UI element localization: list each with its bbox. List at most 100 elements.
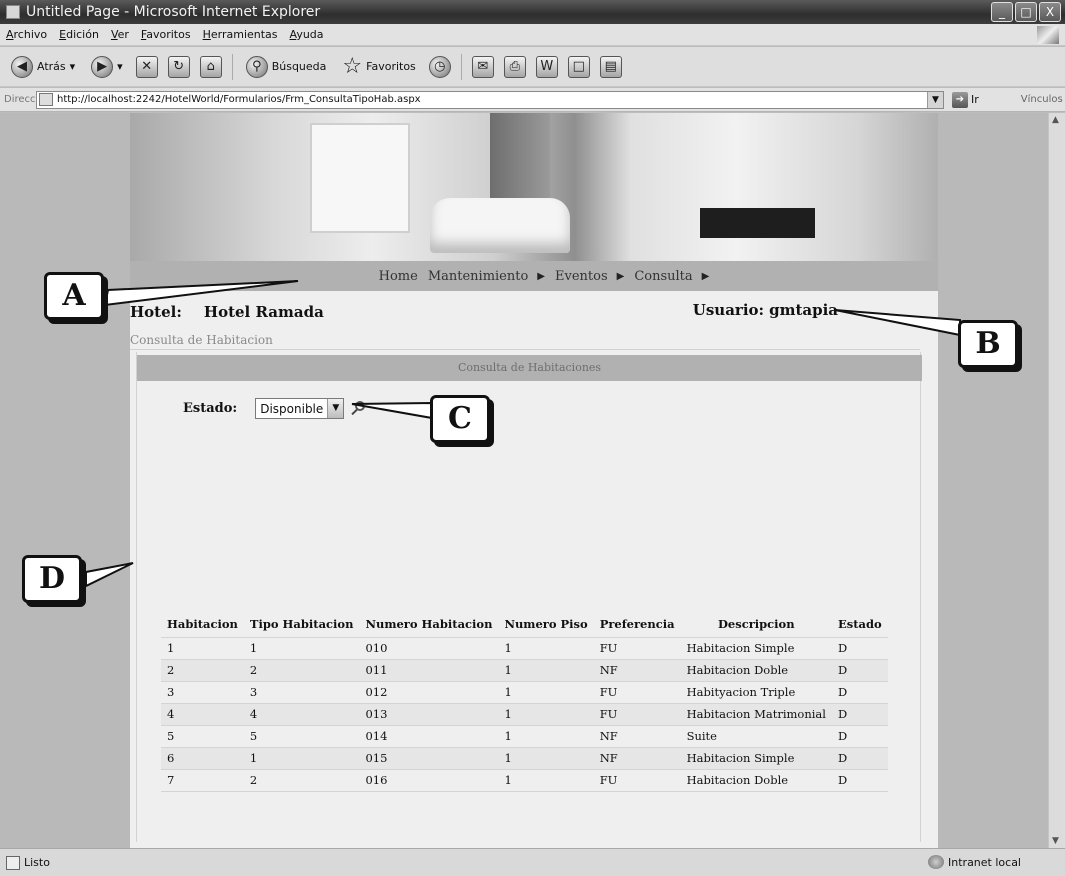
maximize-button[interactable]: □ (1015, 2, 1037, 22)
status-filter: Estado: Disponible ▼ (183, 398, 366, 419)
research-icon[interactable]: ▤ (599, 55, 622, 78)
go-label: Ir (971, 93, 979, 106)
window-controls: _ □ X (991, 2, 1061, 22)
callout-b: B (958, 320, 1018, 368)
table-cell: D (831, 746, 888, 769)
table-cell: 6 (161, 746, 244, 769)
table-cell: 5 (243, 724, 360, 747)
back-dropdown-icon[interactable]: ▾ (70, 60, 76, 73)
discuss-icon[interactable]: □ (567, 55, 590, 78)
table-cell: 3 (243, 680, 360, 703)
table-cell: Habityacion Triple (680, 680, 832, 703)
table-cell: 1 (498, 724, 594, 747)
table-cell: Habitacion Simple (680, 746, 832, 769)
ie-app-icon (6, 5, 20, 19)
mail-icon[interactable]: ✉ (471, 55, 494, 78)
main-nav-menu: Home Mantenimiento ▶ Eventos ▶ Consulta … (130, 261, 938, 291)
chevron-down-icon[interactable]: ▼ (327, 399, 344, 418)
menu-ver[interactable]: Ver (111, 28, 129, 41)
browser-viewport: Home Mantenimiento ▶ Eventos ▶ Consulta … (0, 113, 1065, 848)
table-cell: 1 (498, 746, 594, 769)
status-text: Listo (24, 856, 50, 869)
table-cell: NF (593, 658, 681, 681)
table-cell: 1 (498, 702, 594, 725)
table-cell: 2 (161, 658, 244, 681)
menu-edicion[interactable]: Edición (59, 28, 99, 41)
nav-home[interactable]: Home (379, 269, 418, 284)
table-cell: D (831, 636, 888, 659)
menu-ayuda[interactable]: Ayuda (290, 28, 324, 41)
table-row: 4 4 013 1 FU Habitacion Matrimonial D (161, 702, 888, 725)
vertical-scrollbar[interactable]: ▲ ▼ (1048, 113, 1065, 848)
window-title-bar: Untitled Page - Microsoft Internet Explo… (0, 0, 1065, 24)
table-cell: 1 (498, 636, 594, 659)
menu-archivo[interactable]: Archivo (6, 28, 47, 41)
favorites-button[interactable]: ☆ Favoritos (339, 52, 418, 82)
hotel-info: Hotel: Hotel Ramada (130, 303, 324, 321)
edit-word-icon[interactable]: W (535, 55, 558, 78)
table-cell: 4 (243, 702, 360, 725)
menu-favoritos[interactable]: Favoritos (141, 28, 191, 41)
table-cell: Habitacion Simple (680, 636, 832, 659)
address-url[interactable]: http://localhost:2242/HotelWorld/Formula… (57, 94, 421, 105)
table-cell: 7 (161, 768, 244, 792)
close-button[interactable]: X (1039, 2, 1061, 22)
nav-eventos[interactable]: Eventos ▶ (555, 269, 624, 284)
go-button[interactable]: ➔ Ir (952, 91, 979, 108)
forward-button[interactable]: ▶ ▾ (88, 52, 126, 82)
links-button[interactable]: Vínculos (1021, 94, 1063, 105)
search-label: Búsqueda (271, 60, 327, 73)
table-cell: 1 (161, 636, 244, 659)
search-magnifier-icon: ⚲ (245, 55, 268, 78)
refresh-icon[interactable]: ↻ (167, 55, 190, 78)
callout-c: C (430, 395, 490, 443)
scroll-up-icon[interactable]: ▲ (1052, 115, 1059, 125)
address-label: Dirección (4, 94, 51, 105)
table-row: 1 1 010 1 FU Habitacion Simple D (161, 636, 888, 659)
status-select[interactable]: Disponible ▼ (255, 398, 345, 419)
forward-dropdown-icon[interactable]: ▾ (117, 60, 123, 73)
nav-mantenimiento[interactable]: Mantenimiento ▶ (428, 269, 545, 284)
address-input[interactable]: http://localhost:2242/HotelWorld/Formula… (36, 90, 944, 109)
page-done-icon (6, 855, 20, 870)
menu-herramientas[interactable]: Herramientas (203, 28, 278, 41)
back-button[interactable]: ◀ Atrás ▾ (8, 52, 78, 82)
query-panel: Consulta de Habitaciones Estado: Disponi… (136, 352, 922, 842)
hotel-name: Hotel Ramada (203, 303, 324, 321)
table-cell: FU (593, 768, 681, 792)
address-dropdown-icon[interactable]: ▼ (927, 91, 943, 108)
table-cell: 011 (359, 658, 499, 681)
status-filter-label: Estado: (183, 401, 238, 416)
table-cell: D (831, 768, 888, 792)
column-header: Estado (837, 617, 882, 632)
scroll-down-icon[interactable]: ▼ (1052, 836, 1059, 846)
column-header: Numero Habitacion (365, 617, 493, 632)
search-button[interactable]: ⚲ Búsqueda (243, 52, 330, 82)
column-header: Habitacion (167, 617, 238, 632)
table-cell: 1 (498, 658, 594, 681)
star-icon: ☆ (342, 54, 363, 79)
table-cell: Habitacion Doble (680, 658, 832, 681)
status-select-value: Disponible (260, 401, 324, 416)
submenu-arrow-icon: ▶ (701, 270, 710, 282)
user-label: Usuario: (692, 301, 765, 319)
minimize-button[interactable]: _ (991, 2, 1013, 22)
column-header: Numero Piso (504, 617, 588, 632)
table-row: 5 5 014 1 NF Suite D (161, 724, 888, 747)
table-cell: 015 (359, 746, 499, 769)
stop-icon[interactable]: ✕ (135, 55, 158, 78)
hotel-label: Hotel: (130, 303, 182, 321)
search-icon[interactable] (350, 400, 366, 417)
user-name: gmtapia (769, 301, 838, 319)
table-cell: 014 (359, 724, 499, 747)
nav-consulta[interactable]: Consulta ▶ (634, 269, 709, 284)
print-icon[interactable]: ⎙ (503, 55, 526, 78)
home-icon[interactable]: ⌂ (199, 55, 222, 78)
history-icon[interactable]: ◷ (428, 55, 451, 78)
back-label: Atrás (37, 60, 66, 73)
table-cell: 010 (359, 636, 499, 659)
table-cell: NF (593, 746, 681, 769)
submenu-arrow-icon: ▶ (537, 270, 545, 282)
window-title: Untitled Page - Microsoft Internet Explo… (26, 4, 321, 20)
toolbar-separator (460, 53, 462, 80)
